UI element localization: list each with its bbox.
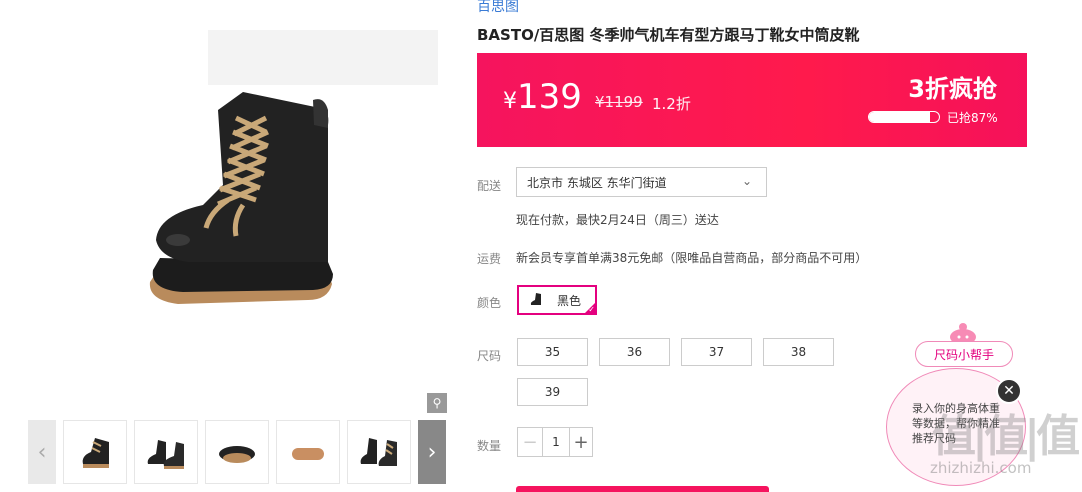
quantity-increment-button[interactable]: +	[569, 428, 592, 456]
watermark-url: zhizhizhi.com	[930, 459, 1032, 477]
boot-sole-thumb	[292, 448, 324, 460]
thumbnail-prev-button[interactable]: ‹	[28, 420, 56, 484]
sold-progress-bar	[868, 111, 940, 123]
thumbnail-3[interactable]	[205, 420, 269, 484]
delivery-location-value: 北京市 东城区 东华门街道	[527, 175, 667, 190]
size-option-36[interactable]: 36	[599, 338, 670, 366]
current-price-value: 139	[517, 77, 582, 117]
size-option-38[interactable]: 38	[763, 338, 834, 366]
currency-symbol: ¥	[503, 89, 517, 114]
thumbnail-5[interactable]	[347, 420, 411, 484]
brand-link[interactable]: 百思图	[477, 0, 519, 16]
price-banner: ¥139 ¥1199 1.2折 3折疯抢 已抢87%	[477, 53, 1027, 147]
boot-swatch-icon	[530, 293, 541, 305]
sold-progress-text: 已抢87%	[947, 111, 998, 125]
size-option-35[interactable]: 35	[517, 338, 588, 366]
thumbnail-next-button[interactable]: ›	[418, 420, 446, 484]
discount-rate: 1.2折	[652, 95, 691, 113]
watermark-logo: 值|值|值	[932, 411, 1080, 462]
check-icon: ✓	[588, 305, 595, 314]
shipping-label: 运费	[477, 252, 502, 266]
flash-sale-title: 3折疯抢	[908, 75, 997, 103]
color-option-black[interactable]: 黑色 ✓	[517, 285, 597, 315]
boot-side-thumb	[82, 438, 109, 468]
size-helper-tag[interactable]: 尺码小帮手	[915, 341, 1013, 367]
size-option-39[interactable]: 39	[517, 378, 588, 406]
quantity-input[interactable]: 1	[543, 428, 569, 456]
thumbnail-4[interactable]	[276, 420, 340, 484]
product-title: BASTO/百思图 冬季帅气机车有型方跟马丁靴女中筒皮靴	[477, 26, 860, 44]
current-price: ¥139	[503, 77, 582, 117]
shipping-info: 新会员专享首单满38元免邮（限唯品自营商品，部分商品不可用）	[516, 251, 868, 265]
thumbnail-2[interactable]	[134, 420, 198, 484]
quantity-decrement-button[interactable]: −	[518, 428, 543, 456]
chevron-down-icon: ⌄	[741, 174, 752, 188]
chevron-left-icon: ‹	[37, 439, 47, 465]
delivery-eta: 现在付款，最快2月24日（周三）送达	[516, 213, 719, 227]
size-option-37[interactable]: 37	[681, 338, 752, 366]
original-price: ¥1199	[595, 93, 643, 111]
boot-sole-pair-thumb	[219, 446, 255, 463]
sold-progress-fill	[869, 112, 930, 122]
chevron-right-icon: ›	[427, 439, 437, 465]
buy-button-edge[interactable]	[516, 486, 769, 492]
size-label: 尺码	[477, 349, 502, 363]
boot-pair-laces-thumb	[360, 438, 397, 466]
quantity-stepper: − 1 +	[517, 427, 593, 457]
color-label: 颜色	[477, 296, 502, 310]
delivery-location-select[interactable]: 北京市 东城区 东华门街道 ⌄	[516, 167, 767, 197]
boot-illustration	[149, 30, 438, 304]
delivery-label: 配送	[477, 179, 502, 193]
thumbnail-1[interactable]	[63, 420, 127, 484]
color-option-label: 黑色	[557, 293, 582, 308]
magnifier-icon[interactable]: ⚲	[427, 393, 447, 413]
product-main-image	[28, 0, 448, 412]
boot-pair-thumb	[147, 440, 184, 469]
quantity-label: 数量	[477, 439, 502, 453]
